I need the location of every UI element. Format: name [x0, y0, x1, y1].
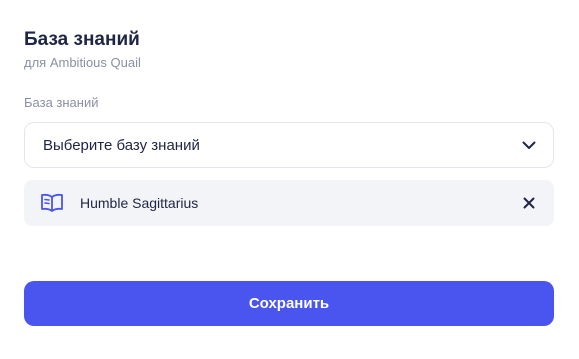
knowledge-base-field-label: База знаний — [24, 95, 99, 110]
panel-subtitle: для Ambitious Quail — [24, 55, 141, 70]
selected-knowledge-base-item: Humble Sagittarius — [24, 180, 554, 226]
save-button[interactable]: Сохранить — [24, 281, 554, 326]
book-open-icon — [40, 191, 64, 215]
chevron-down-icon — [521, 137, 537, 153]
panel-title: База знаний — [24, 29, 140, 50]
close-icon[interactable] — [520, 194, 538, 212]
knowledge-base-select[interactable]: Выберите базу знаний — [24, 122, 554, 168]
knowledge-base-select-placeholder: Выберите базу знаний — [43, 136, 200, 154]
selected-item-label: Humble Sagittarius — [80, 195, 199, 211]
knowledge-base-panel: База знаний для Ambitious Quail База зна… — [24, 28, 554, 226]
